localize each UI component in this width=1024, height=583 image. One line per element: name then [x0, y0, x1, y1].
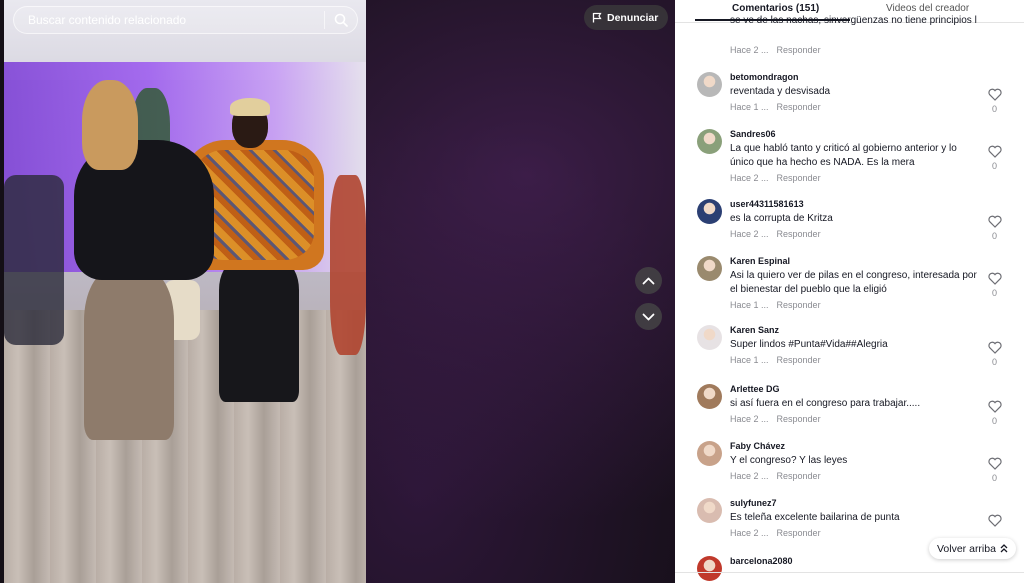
comment-text: si así fuera en el congreso para trabaja…: [730, 398, 921, 409]
man-dancer-hair: [230, 98, 270, 116]
reply-button[interactable]: Responder: [777, 173, 821, 183]
comment-meta: Hace 2 ... Responder: [730, 173, 821, 183]
like-heart-icon[interactable]: [988, 341, 1002, 354]
reply-button[interactable]: Responder: [777, 414, 821, 424]
comment-meta: Hace 2 ... Responder: [730, 471, 821, 481]
comment-username[interactable]: Arlettee DG: [730, 384, 780, 394]
comment-text: reventada y desvisada: [730, 86, 831, 97]
search-icon: [334, 13, 348, 27]
panel-bottom-divider: [675, 572, 1024, 573]
reply-button[interactable]: Responder: [777, 528, 821, 538]
comment-text: Asi la quiero ver de pilas en el congres…: [730, 270, 977, 295]
comment-username[interactable]: Karen Sanz: [730, 325, 779, 335]
comment-username[interactable]: barcelona2080: [730, 556, 793, 566]
reply-button[interactable]: Responder: [777, 355, 821, 365]
chevron-up-icon: [642, 277, 655, 284]
comment-time: Hace 2 ...: [730, 45, 769, 55]
avatar[interactable]: [697, 441, 722, 466]
comment-text: es la corrupta de Kritza: [730, 213, 833, 224]
avatar[interactable]: [697, 384, 722, 409]
tab-creator-videos[interactable]: Videos del creador: [886, 3, 969, 14]
reply-button[interactable]: Responder: [777, 300, 821, 310]
related-search-bar: [13, 6, 358, 34]
like-heart-icon[interactable]: [988, 514, 1002, 527]
comment-time: Hace 2 ...: [730, 229, 769, 239]
like-count: 0: [992, 473, 998, 483]
report-button[interactable]: Denunciar: [584, 5, 669, 30]
avatar[interactable]: [697, 256, 722, 281]
comments-panel: Comentarios (151) Videos del creador se …: [675, 0, 1024, 583]
like-count: 0: [992, 357, 998, 367]
woman-dancer-legs: [84, 270, 174, 440]
back-to-top-button[interactable]: Volver arriba: [929, 538, 1016, 559]
like-count: 0: [992, 104, 998, 114]
like-heart-icon[interactable]: [988, 88, 1002, 101]
like-heart-icon[interactable]: [988, 215, 1002, 228]
like-count: 0: [992, 231, 998, 241]
like-heart-icon[interactable]: [988, 457, 1002, 470]
background-dancer: [330, 175, 366, 355]
back-to-top-label: Volver arriba: [937, 542, 996, 555]
search-input[interactable]: [14, 6, 324, 34]
man-dancer-legs: [219, 262, 299, 402]
comment-username[interactable]: Faby Chávez: [730, 441, 785, 451]
avatar[interactable]: [697, 556, 722, 581]
comment-text: Super lindos #Punta#Vida##Alegria: [730, 339, 888, 350]
studio-floor: [4, 310, 366, 583]
comment-text: La que habló tanto y criticó al gobierno…: [730, 143, 957, 168]
avatar[interactable]: [697, 199, 722, 224]
comment-meta: Hace 2 ... Responder: [730, 528, 821, 538]
like-heart-icon[interactable]: [988, 272, 1002, 285]
comment-username[interactable]: Karen Espinal: [730, 256, 790, 266]
video-area: [0, 0, 675, 583]
background-musicians: [4, 175, 64, 345]
comment-text: Es teleña excelente bailarina de punta: [730, 512, 900, 523]
comment-time: Hace 2 ...: [730, 173, 769, 183]
comment-username[interactable]: user44311581613: [730, 199, 804, 209]
next-video-button[interactable]: [635, 303, 662, 330]
comment-meta: Hace 2 ... Responder: [730, 45, 821, 55]
like-count: 0: [992, 288, 998, 298]
like-heart-icon[interactable]: [988, 400, 1002, 413]
avatar[interactable]: [697, 498, 722, 523]
like-heart-icon[interactable]: [988, 145, 1002, 158]
comment-meta: Hace 2 ... Responder: [730, 414, 821, 424]
avatar[interactable]: [697, 129, 722, 154]
like-count: 0: [992, 161, 998, 171]
comment-username[interactable]: sulyfunez7: [730, 498, 777, 508]
reply-button[interactable]: Responder: [777, 229, 821, 239]
woman-dancer-hair: [82, 80, 138, 170]
search-button[interactable]: [325, 7, 357, 33]
comment-time: Hace 1 ...: [730, 300, 769, 310]
comment-time: Hace 2 ...: [730, 414, 769, 424]
comment-time: Hace 2 ...: [730, 528, 769, 538]
comment-meta: Hace 2 ... Responder: [730, 229, 821, 239]
like-count: 0: [992, 416, 998, 426]
chevron-down-icon: [642, 313, 655, 320]
comment-time: Hace 2 ...: [730, 471, 769, 481]
video-player[interactable]: [4, 0, 366, 583]
reply-button[interactable]: Responder: [777, 102, 821, 112]
avatar[interactable]: [697, 325, 722, 350]
tab-comments[interactable]: Comentarios (151): [732, 3, 819, 14]
avatar[interactable]: [697, 72, 722, 97]
reply-button[interactable]: Responder: [777, 45, 821, 55]
comment-time: Hace 1 ...: [730, 355, 769, 365]
comment-meta: Hace 1 ... Responder: [730, 300, 821, 310]
comment-username[interactable]: Sandres06: [730, 129, 776, 139]
flag-icon: [592, 12, 602, 23]
report-label: Denunciar: [607, 11, 659, 24]
reply-button[interactable]: Responder: [777, 471, 821, 481]
comment-username[interactable]: betomondragon: [730, 72, 799, 82]
double-chevron-up-icon: [1000, 544, 1008, 553]
comment-time: Hace 1 ...: [730, 102, 769, 112]
comment-text: se ve de las nachas, sinvergüenzas no ti…: [730, 15, 977, 26]
comment-text: Y el congreso? Y las leyes: [730, 455, 848, 466]
comment-meta: Hace 1 ... Responder: [730, 355, 821, 365]
comment-meta: Hace 1 ... Responder: [730, 102, 821, 112]
previous-video-button[interactable]: [635, 267, 662, 294]
